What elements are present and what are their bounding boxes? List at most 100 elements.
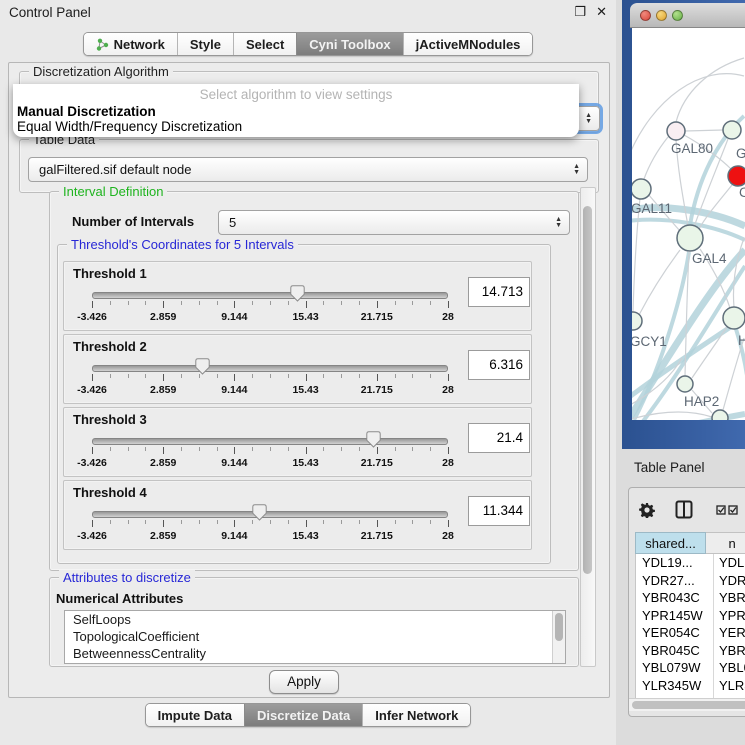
network-node-c[interactable] [728, 166, 745, 186]
scrollbar-thumb[interactable] [555, 613, 563, 641]
table-row[interactable]: YPR145WYPR1 [636, 607, 745, 625]
column-header-name[interactable]: n [706, 532, 745, 554]
network-node[interactable] [712, 410, 728, 420]
threshold-value-field[interactable]: 6.316 [468, 350, 530, 380]
network-node-g[interactable] [723, 121, 741, 139]
tick-label: 28 [442, 457, 454, 469]
network-node-gal80[interactable] [667, 122, 685, 140]
tick-mark [92, 447, 93, 454]
table-row[interactable]: YDR27...YDR2 [636, 572, 745, 590]
threshold-4-box: Threshold 4-3.4262.8599.14415.4321.71528… [63, 480, 532, 550]
scrollbar-thumb[interactable] [632, 701, 745, 709]
list-item[interactable]: SelfLoops [65, 611, 565, 628]
slider-thumb[interactable] [252, 504, 267, 521]
tick-mark [270, 301, 271, 305]
gear-icon[interactable] [639, 502, 655, 518]
list-scrollbar[interactable] [552, 611, 565, 663]
float-window-icon[interactable]: ❒ [574, 4, 586, 20]
tick-mark [412, 520, 413, 524]
threshold-1-slider[interactable]: -3.4262.8599.14415.4321.71528 [92, 286, 448, 326]
num-intervals-value: 5 [229, 215, 236, 230]
network-node-gcy1[interactable] [632, 312, 642, 330]
threshold-value-field[interactable]: 14.713 [468, 277, 530, 307]
tick-mark [92, 374, 93, 381]
threshold-4-slider[interactable]: -3.4262.8599.14415.4321.71528 [92, 505, 448, 545]
table-row[interactable]: YDL19...YDL1 [636, 554, 745, 572]
network-canvas[interactable]: GAL80GCGAL11GAL4GCY1HHAP2 [632, 28, 745, 420]
node-label: GAL11 [632, 201, 672, 216]
cell-shared-name: YBL079W [636, 659, 714, 677]
threshold-value-field[interactable]: 11.344 [468, 496, 530, 526]
tick-mark [288, 301, 289, 305]
numerical-attributes-list[interactable]: SelfLoopsTopologicalCoefficientBetweenne… [64, 610, 566, 664]
apply-button[interactable]: Apply [269, 670, 339, 694]
list-item[interactable]: BetweennessCentrality [65, 645, 565, 662]
cell-shared-name: YBR043C [636, 589, 714, 607]
threshold-3-slider[interactable]: -3.4262.8599.14415.4321.71528 [92, 432, 448, 472]
cell-name: YPR1 [714, 607, 745, 625]
interval-definition-group: Interval Definition Number of Intervals … [49, 191, 579, 571]
threshold-2-slider[interactable]: -3.4262.8599.14415.4321.71528 [92, 359, 448, 399]
minimize-traffic-light[interactable] [656, 10, 667, 21]
popup-item-manual-discretization[interactable]: Manual Discretization [16, 104, 576, 119]
table-row[interactable]: YLR345WYLR3 [636, 677, 745, 695]
tab-style[interactable]: Style [177, 33, 233, 55]
tick-mark [341, 447, 342, 451]
content-scrollbar[interactable] [580, 187, 596, 667]
tick-mark [359, 374, 360, 378]
threshold-value-field[interactable]: 21.4 [468, 423, 530, 453]
tab-select[interactable]: Select [233, 33, 296, 55]
network-icon [96, 38, 109, 51]
popup-item-equal-width-frequency[interactable]: Equal Width/Frequency Discretization [16, 119, 576, 134]
table-data-combobox[interactable]: galFiltered.sif default node ▲▼ [28, 157, 588, 182]
tick-mark [288, 447, 289, 451]
list-item[interactable]: TopologicalCoefficient [65, 628, 565, 645]
close-traffic-light[interactable] [640, 10, 651, 21]
num-intervals-combobox[interactable]: 5 ▲▼ [218, 210, 570, 235]
slider-thumb[interactable] [290, 285, 305, 302]
checkbox-checked-icon[interactable] [716, 505, 740, 515]
bottom-tab-bar: Impute DataDiscretize DataInfer Network [0, 703, 616, 727]
table-row[interactable]: YBL079WYBL0 [636, 659, 745, 677]
cell-shared-name: YPR145W [636, 607, 714, 625]
thresholds-group: Threshold's Coordinates for 5 Intervals … [57, 244, 551, 564]
slider-thumb[interactable] [366, 431, 381, 448]
network-window-titlebar[interactable] [630, 3, 745, 28]
tab-jactivemnodules[interactable]: jActiveMNodules [403, 33, 533, 55]
tab-discretize-data[interactable]: Discretize Data [244, 704, 362, 726]
table-hscrollbar[interactable] [629, 698, 745, 711]
network-node-h[interactable] [723, 307, 745, 329]
slider-track [92, 365, 448, 372]
network-node-hap2[interactable] [677, 376, 693, 392]
network-node-gal11[interactable] [632, 179, 651, 199]
slider-thumb[interactable] [195, 358, 210, 375]
threshold-3-box: Threshold 3-3.4262.8599.14415.4321.71528… [63, 407, 532, 477]
tick-label: 21.715 [361, 530, 393, 542]
columns-icon[interactable] [675, 500, 693, 519]
zoom-traffic-light[interactable] [672, 10, 683, 21]
node-label: C [739, 185, 745, 200]
scrollbar-thumb[interactable] [583, 206, 592, 574]
tick-mark [110, 447, 111, 451]
tab-infer-network[interactable]: Infer Network [362, 704, 470, 726]
network-node-gal4[interactable] [677, 225, 703, 251]
tick-mark [217, 374, 218, 378]
tick-mark [110, 374, 111, 378]
table-row[interactable]: YER054CYER0 [636, 624, 745, 642]
combo-arrows-icon: ▲▼ [585, 108, 592, 129]
tick-mark [252, 301, 253, 305]
table-row[interactable]: YBR045CYBR0 [636, 642, 745, 660]
tick-mark [234, 301, 235, 308]
threshold-1-box: Threshold 1-3.4262.8599.14415.4321.71528… [63, 261, 532, 331]
node-label: H [738, 333, 745, 348]
table-row[interactable]: YBR043CYBR0 [636, 589, 745, 607]
tab-impute-data[interactable]: Impute Data [146, 704, 244, 726]
tick-mark [306, 520, 307, 527]
tab-network[interactable]: Network [84, 33, 177, 55]
tab-cyni-toolbox[interactable]: Cyni Toolbox [296, 33, 402, 55]
tick-label: 2.859 [150, 457, 176, 469]
close-window-icon[interactable]: ✕ [596, 4, 607, 20]
tick-label: 9.144 [221, 384, 247, 396]
column-header-shared-name[interactable]: shared... [635, 532, 706, 554]
tick-mark [412, 374, 413, 378]
